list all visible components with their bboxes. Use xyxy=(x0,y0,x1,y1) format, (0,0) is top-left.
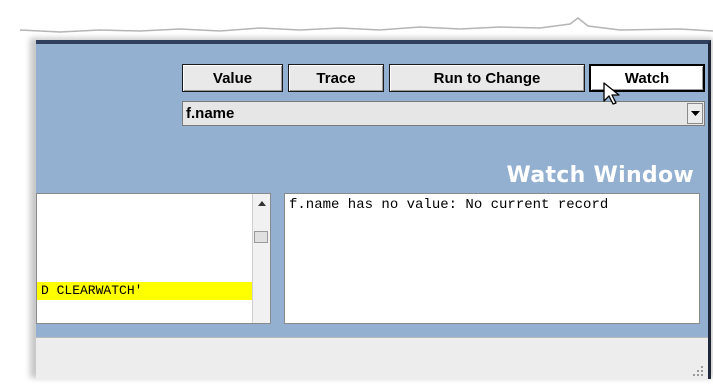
watch-window-screenshot: Value Trace Run to Change Watch f.name W… xyxy=(0,0,713,386)
torn-edge xyxy=(0,0,713,33)
code-scrollbar[interactable] xyxy=(252,194,270,323)
expression-dropdown[interactable]: f.name xyxy=(182,101,705,126)
chevron-down-icon[interactable] xyxy=(687,103,703,124)
highlighted-code-line: D CLEARWATCH' xyxy=(37,282,255,300)
code-pane[interactable]: D CLEARWATCH' xyxy=(36,193,271,324)
resize-grip-icon[interactable] xyxy=(692,365,704,377)
scroll-thumb[interactable] xyxy=(254,231,268,243)
scroll-up-icon[interactable] xyxy=(253,196,270,210)
mouse-cursor-icon xyxy=(603,82,620,105)
status-bar xyxy=(36,337,708,379)
watch-output-pane: f.name has no value: No current record xyxy=(284,193,700,324)
watch-window-title: Watch Window xyxy=(506,163,694,188)
run-to-change-button[interactable]: Run to Change xyxy=(389,64,585,92)
expression-value: f.name xyxy=(186,105,235,122)
trace-button[interactable]: Trace xyxy=(288,64,384,92)
value-button[interactable]: Value xyxy=(182,64,283,92)
